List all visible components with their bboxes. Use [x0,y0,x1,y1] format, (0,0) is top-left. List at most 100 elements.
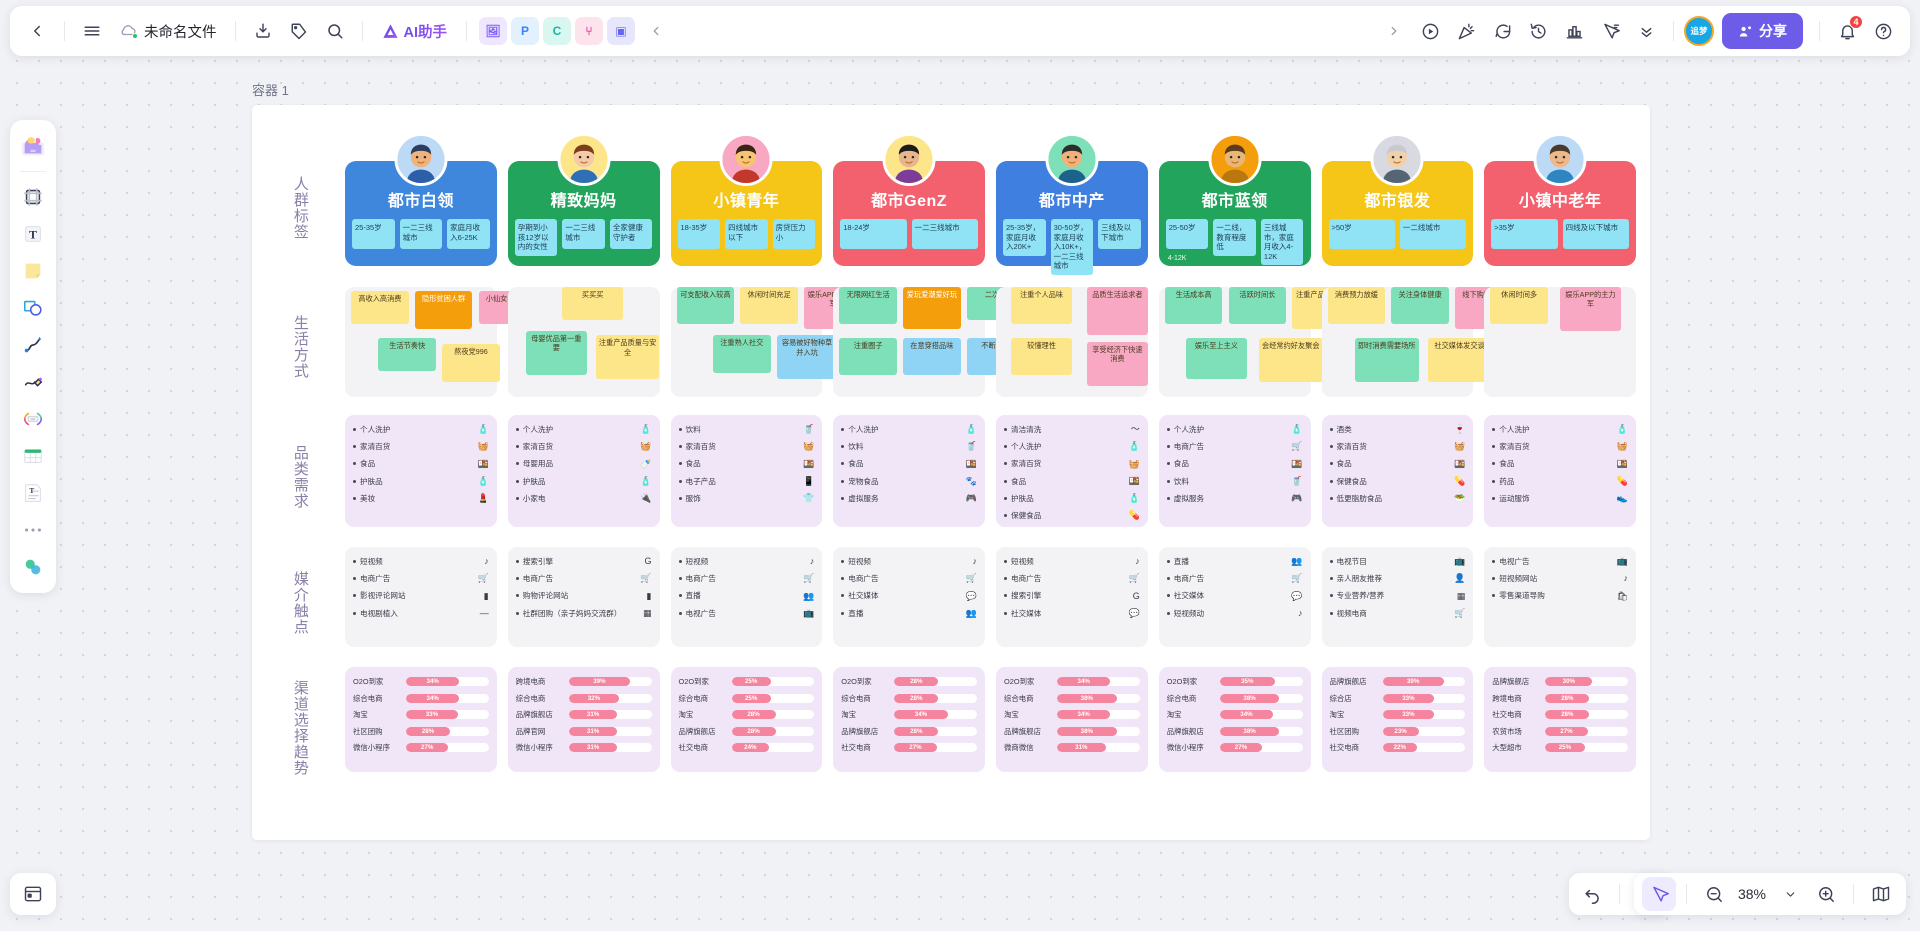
collapse-apps-icon[interactable] [639,14,673,48]
zoom-level-value[interactable]: 38% [1733,886,1771,902]
lifestyle-note[interactable]: 生活成本高 [1164,287,1223,325]
persona-card[interactable]: 都市银发 >50岁 一二线城市 [1321,133,1474,266]
lifestyle-panel[interactable]: 休闲时间多 娱乐APP的主力军 [1484,287,1636,397]
lifestyle-note[interactable]: 注重个人品味 [1011,287,1072,325]
lifestyle-note[interactable]: 消费预力放缓 [1327,287,1386,325]
lifestyle-note[interactable]: 注重圈子 [839,337,897,375]
zoom-out-button[interactable] [1697,877,1731,911]
category-needs-panel[interactable]: 饮料 🥤 家清百货 🧺 食品 🍱 电子产品 📱 服饰 👕 [670,415,823,527]
ai-assistant-button[interactable]: AI助手 [373,16,457,47]
document-title[interactable]: 未命名文件 [111,16,225,47]
lifestyle-note[interactable]: 买买买 [562,287,624,320]
lifestyle-panel[interactable]: 生活成本高活跃时间长注重产品性价比娱乐至上主义会经常约好友聚会 [1158,287,1350,397]
media-touchpoint-panel[interactable]: 短视频 ♪ 电商广告 🛒 影视评论网站 ▮ 电视剧植入 — [345,547,497,647]
text-tool-icon[interactable]: T [16,217,50,251]
persona-card[interactable]: 都市GenZ 18-24岁 一二三线城市 [833,133,985,266]
media-touchpoint-panel[interactable]: 搜索引擎 G 电商广告 🛒 购物评论网站 ▮ 社群团购（亲子妈妈交流群） ▦ [507,547,660,647]
chart-icon[interactable] [1557,14,1591,48]
assets-library-icon[interactable] [16,129,50,163]
ppt-app-icon[interactable]: P [511,17,539,45]
cursor-select-icon[interactable] [1593,14,1627,48]
shape-tool-icon[interactable] [16,291,50,325]
persona-card[interactable]: 都市中产 25-35岁，家庭月收入20K+ 30-50岁，家庭月收入10K+，一二三… [996,133,1148,275]
sticky-note-tool-icon[interactable] [16,254,50,288]
category-needs-panel[interactable]: 个人洗护 🧴 家清百货 🧺 食品 🍱 药品 💊 运动服饰 👟 [1484,415,1636,527]
channel-trend-panel[interactable]: 品牌旗舰店 30% 跨境电商 28% 社交电商 28% 农贸市场 27% 大型超市 25% [1484,667,1636,772]
lifestyle-note[interactable]: 品质生活追求者 [1087,287,1148,336]
lifestyle-panel[interactable]: 注重个人品味 品质生活追求者 较懂理性 享受经济下快速消费 [996,287,1148,397]
lifestyle-note[interactable]: 生活节奏快 [378,337,437,371]
category-needs-panel[interactable]: 个人洗护 🧴 家清百货 🧺 母婴用品 🍼 护肤品 🧴 小家电 🔌 [507,415,660,527]
lifestyle-note[interactable]: 可支配收入较高 [676,287,735,325]
category-needs-panel[interactable]: 个人洗护 🧴 饮料 🥤 食品 🍱 宠物食品 🐾 虚拟服务 🎮 [833,415,985,527]
plugins-tool-icon[interactable] [16,550,50,584]
text-block-tool-icon[interactable]: T [16,476,50,510]
avatar[interactable]: 追梦 [1684,16,1714,46]
connector-tool-icon[interactable] [16,328,50,362]
image-app-icon[interactable]: 🖼 [479,17,507,45]
channel-trend-panel[interactable]: 品牌旗舰店 39% 综合店 33% 淘宝 33% 社区团购 23% 社交电商 22% [1321,667,1474,772]
zoom-dropdown-icon[interactable] [1773,877,1807,911]
media-touchpoint-panel[interactable]: 短视频 ♪ 电商广告 🛒 搜索引擎 G 社交媒体 💬 [996,547,1148,647]
lifestyle-panel[interactable]: 可支配收入较高休闲时间充足娱乐APP的主力军注重熟人社交容易被好物种草并入坑 [670,287,862,397]
notes-panel-button[interactable] [10,873,56,915]
frame-tool-icon[interactable] [16,180,50,214]
comment-icon[interactable] [1485,14,1519,48]
media-touchpoint-panel[interactable]: 短视频 ♪ 电商广告 🛒 社交媒体 💬 直播 👥 [833,547,985,647]
persona-card[interactable]: 都市白领 25-35岁 一二三线城市 家庭月收入6-25K [345,133,497,266]
lifestyle-note[interactable]: 无限网红生活 [839,287,897,325]
expand-right-icon[interactable] [1377,14,1411,48]
more-chevrons-icon[interactable] [1629,14,1663,48]
tag-icon[interactable] [282,14,316,48]
celebrate-icon[interactable] [1449,14,1483,48]
export-icon[interactable] [246,14,280,48]
category-needs-panel[interactable]: 个人洗护 🧴 电商广告 🛒 食品 🍱 饮料 🥤 虚拟服务 🎮 [1158,415,1311,527]
channel-trend-panel[interactable]: O2O到家 35% 综合电商 38% 淘宝 34% 品牌旗舰店 38% 微信小程序 27% [1158,667,1311,772]
flow-app-icon[interactable]: ⑂ [575,17,603,45]
board-app-icon[interactable]: ▣ [607,17,635,45]
category-needs-panel[interactable]: 个人洗护 🧴 家清百货 🧺 食品 🍱 护肤品 🧴 美妆 💄 [345,415,497,527]
category-needs-panel[interactable]: 酒类 🍷 家清百货 🧺 食品 🍱 保健食品 💊 低更脂肪食品 🥗 [1321,415,1474,527]
lifestyle-note[interactable]: 爱玩爱潮爱好玩 [903,287,961,329]
menu-icon[interactable] [75,14,109,48]
lifestyle-note[interactable]: 休闲时间充足 [740,287,798,325]
channel-trend-panel[interactable]: 跨境电商 39% 综合电商 32% 品牌旗舰店 31% 品牌官网 31% 微信小程序 31% [507,667,660,772]
pen-tool-icon[interactable] [16,365,50,399]
lifestyle-panel[interactable]: 消费预力放缓关注身体健康线下购物为主即时消费需要场所社交媒体发交谈 [1321,287,1513,397]
lifestyle-note[interactable]: 娱乐至上主义 [1186,337,1247,380]
media-touchpoint-panel[interactable]: 电视广告 📺 短视频网站 ♪ 零售渠道导购 🛍 [1484,547,1636,647]
media-touchpoint-panel[interactable]: 直播 👥 电商广告 🛒 社交媒体 💬 短视频动 ♪ [1158,547,1311,647]
lifestyle-note[interactable]: 较懂理性 [1011,337,1072,375]
lifestyle-note[interactable]: 注重熟人社交 [712,335,771,373]
persona-card[interactable]: 精致妈妈 孕期到小孩12岁以内的女性 一二三线城市 全家健康守护者 [507,133,660,266]
lifestyle-note[interactable]: 母婴优品第一重要 [525,331,587,375]
back-button[interactable] [20,14,54,48]
media-touchpoint-panel[interactable]: 短视频 ♪ 电商广告 🛒 直播 👥 电视广告 📺 [670,547,823,647]
lifestyle-note[interactable]: 熬夜党996 [442,344,500,382]
category-needs-panel[interactable]: 清洁清洗 〜个人洗护 🧴 家清百货 🧺 食品 🍱 护肤品 🧴 保健食品 💊 [996,415,1148,527]
lifestyle-panel[interactable]: 买买买母婴优品第一重要 注重产品质量与安全 [507,287,660,397]
lifestyle-note[interactable]: 即时消费需要场所 [1354,337,1419,382]
lifestyle-note[interactable]: 社交媒体发交谈 [1427,337,1492,382]
channel-trend-panel[interactable]: O2O到家 28% 综合电商 28% 淘宝 34% 品牌旗舰店 28% 社交电商 27% [833,667,985,772]
lifestyle-note[interactable]: 容易被好物种草并入坑 [776,335,838,380]
lifestyle-note[interactable]: 休闲时间多 [1490,287,1548,325]
lifestyle-note[interactable]: 会经常约好友聚会 [1258,337,1323,382]
lifestyle-note[interactable]: 活跃时间长 [1228,287,1287,325]
channel-trend-panel[interactable]: O2O到家 34% 综合电商 38% 淘宝 34% 品牌旗舰店 38% 微商微信 31% [996,667,1148,772]
notifications-button[interactable]: 4 [1830,14,1864,48]
channel-trend-panel[interactable]: O2O到家 34% 综合电商 34% 淘宝 33% 社区团购 28% 微信小程序 27% [345,667,497,772]
table-tool-icon[interactable] [16,439,50,473]
lifestyle-panel[interactable]: 无限网红生活爱玩爱潮爱好玩二次元注重圈子在意穿搭品味不断尝试 [833,287,1025,397]
persona-card[interactable]: 小镇青年 18-35岁 四线城市以下 房贷压力小 [670,133,823,266]
lifestyle-note[interactable]: 高收入高消费 [351,291,409,325]
present-icon[interactable] [1413,14,1447,48]
lifestyle-note[interactable]: 注重产品质量与安全 [595,335,660,380]
lifestyle-panel[interactable]: 高收入高消费隐形贫困人群小仙女养生派生活节奏快熬夜党996 [345,287,537,397]
share-button[interactable]: 分享 [1722,13,1803,49]
channel-trend-panel[interactable]: O2O到家 25% 综合电商 25% 淘宝 28% 品牌旗舰店 28% 社交电商 24% [670,667,823,772]
more-tools-icon[interactable] [16,513,50,547]
mindmap-tool-icon[interactable] [16,402,50,436]
minimap-button[interactable] [1864,877,1898,911]
media-touchpoint-panel[interactable]: 电视节目 📺 亲人朋友推荐 👤 专业营养/营养 ▦ 视频电商 🛒 [1321,547,1474,647]
